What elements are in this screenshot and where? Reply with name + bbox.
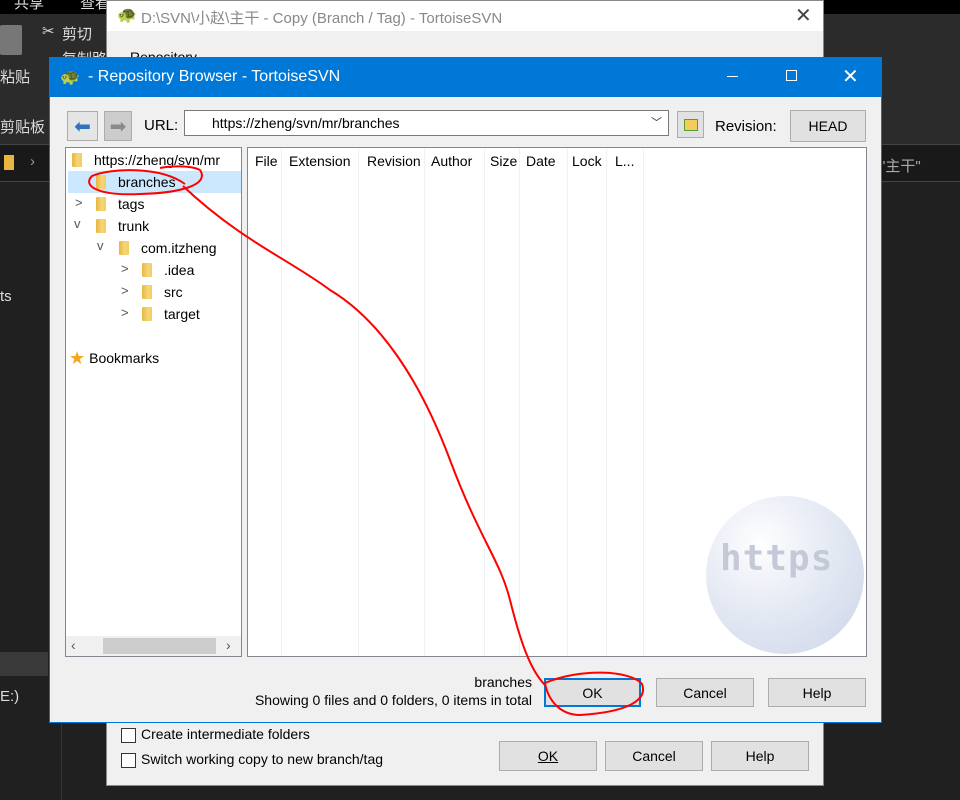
annotation-line <box>182 185 546 686</box>
annotation-circle-branches <box>88 165 203 196</box>
annotation-circle-ok <box>544 671 645 717</box>
annotation-overlay <box>88 165 645 717</box>
